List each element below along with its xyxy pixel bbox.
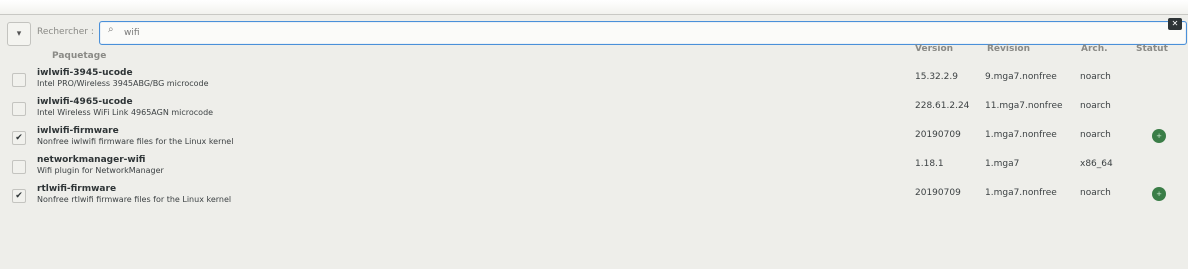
window-top-edge [0,0,1188,15]
package-description: Intel PRO/Wireless 3945ABG/BG microcode [37,79,209,88]
col-header-version[interactable]: Version [915,44,953,54]
package-version: 15.32.2.9 [915,72,958,82]
search-input[interactable] [124,25,1124,41]
search-menu-button[interactable]: ▾ [7,22,31,46]
package-revision: 11.mga7.nonfree [985,101,1063,111]
table-row[interactable]: iwlwifi-3945-ucode Intel PRO/Wireless 39… [0,66,1188,95]
package-arch: noarch [1080,72,1111,82]
package-name: networkmanager-wifi [37,155,146,165]
package-version: 20190709 [915,130,961,140]
table-row[interactable]: iwlwifi-4965-ucode Intel Wireless WiFi L… [0,95,1188,124]
package-revision: 1.mga7.nonfree [985,130,1057,140]
package-arch: x86_64 [1080,159,1113,169]
package-version: 228.61.2.24 [915,101,970,111]
clear-icon[interactable]: ✕ [1168,18,1182,30]
package-checkbox[interactable] [12,160,26,174]
search-label: Rechercher : [37,27,94,37]
package-checkbox[interactable] [12,102,26,116]
package-description: Wifi plugin for NetworkManager [37,166,164,175]
col-header-status[interactable]: Statut [1136,44,1168,54]
package-arch: noarch [1080,101,1111,111]
package-name: iwlwifi-3945-ucode [37,68,133,78]
package-name: iwlwifi-4965-ucode [37,97,133,107]
package-revision: 1.mga7.nonfree [985,188,1057,198]
table-row[interactable]: ✔ iwlwifi-firmware Nonfree iwlwifi firmw… [0,124,1188,153]
installed-status-icon: + [1152,129,1166,143]
package-description: Nonfree iwlwifi firmware files for the L… [37,137,234,146]
package-version: 1.18.1 [915,159,944,169]
search-icon: ⌕ [108,24,114,35]
table-row[interactable]: ✔ rtlwifi-firmware Nonfree rtlwifi firmw… [0,182,1188,211]
col-header-arch[interactable]: Arch. [1081,44,1108,54]
col-header-package[interactable]: Paquetage [52,51,106,61]
col-header-revision[interactable]: Révision [987,44,1030,54]
package-version: 20190709 [915,188,961,198]
chevron-down-icon: ▾ [16,29,22,39]
package-description: Intel Wireless WiFi Link 4965AGN microco… [37,108,214,117]
package-name: rtlwifi-firmware [37,184,117,194]
table-row[interactable]: networkmanager-wifi Wifi plugin for Netw… [0,153,1188,182]
package-checkbox[interactable] [12,73,26,87]
package-revision: 9.mga7.nonfree [985,72,1057,82]
installed-status-icon: + [1152,187,1166,201]
package-revision: 1.mga7 [985,159,1020,169]
search-field[interactable]: ⌕ [99,21,1187,45]
package-checkbox[interactable]: ✔ [12,189,26,203]
package-description: Nonfree rtlwifi firmware files for the L… [37,195,232,204]
package-name: iwlwifi-firmware [37,126,119,136]
package-checkbox[interactable]: ✔ [12,131,26,145]
package-arch: noarch [1080,130,1111,140]
package-arch: noarch [1080,188,1111,198]
